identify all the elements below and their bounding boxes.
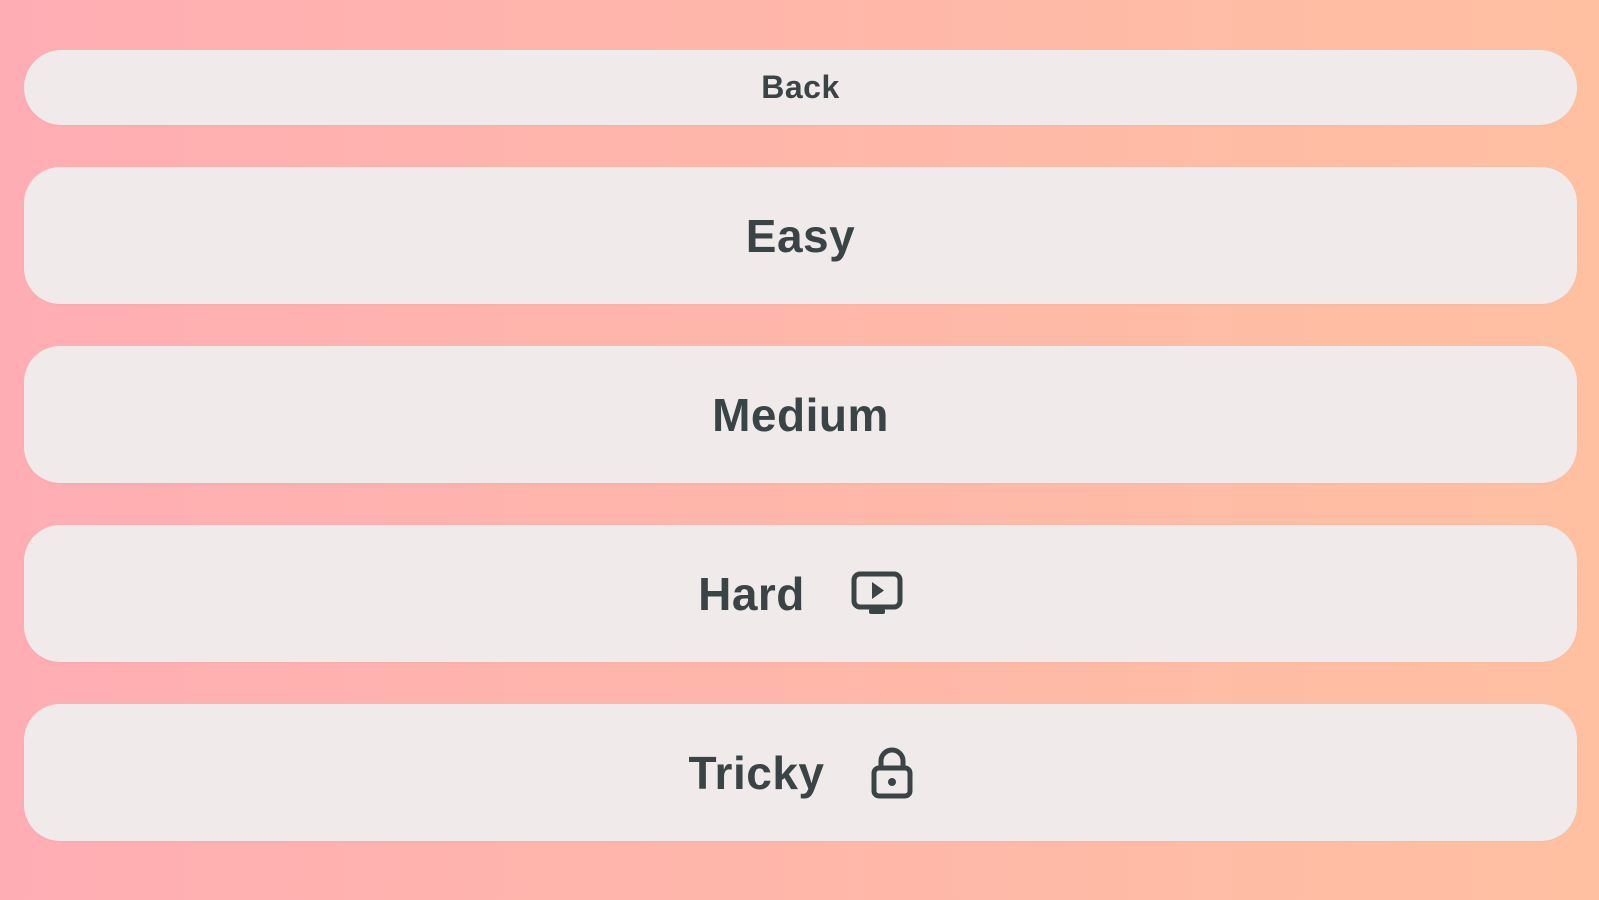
- level-hard-label: Hard: [698, 567, 805, 620]
- level-medium-button[interactable]: Medium: [24, 346, 1577, 483]
- level-medium-label: Medium: [712, 388, 889, 441]
- back-button-label: Back: [761, 69, 840, 105]
- level-tricky-label: Tricky: [688, 746, 825, 799]
- level-hard-button[interactable]: Hard: [24, 525, 1577, 662]
- level-easy-label: Easy: [745, 209, 856, 262]
- level-easy-button[interactable]: Easy: [24, 167, 1577, 304]
- video-ad-icon: [851, 571, 903, 617]
- lock-icon: [871, 747, 913, 799]
- level-tricky-button[interactable]: Tricky: [24, 704, 1577, 841]
- back-button[interactable]: Back: [24, 50, 1577, 125]
